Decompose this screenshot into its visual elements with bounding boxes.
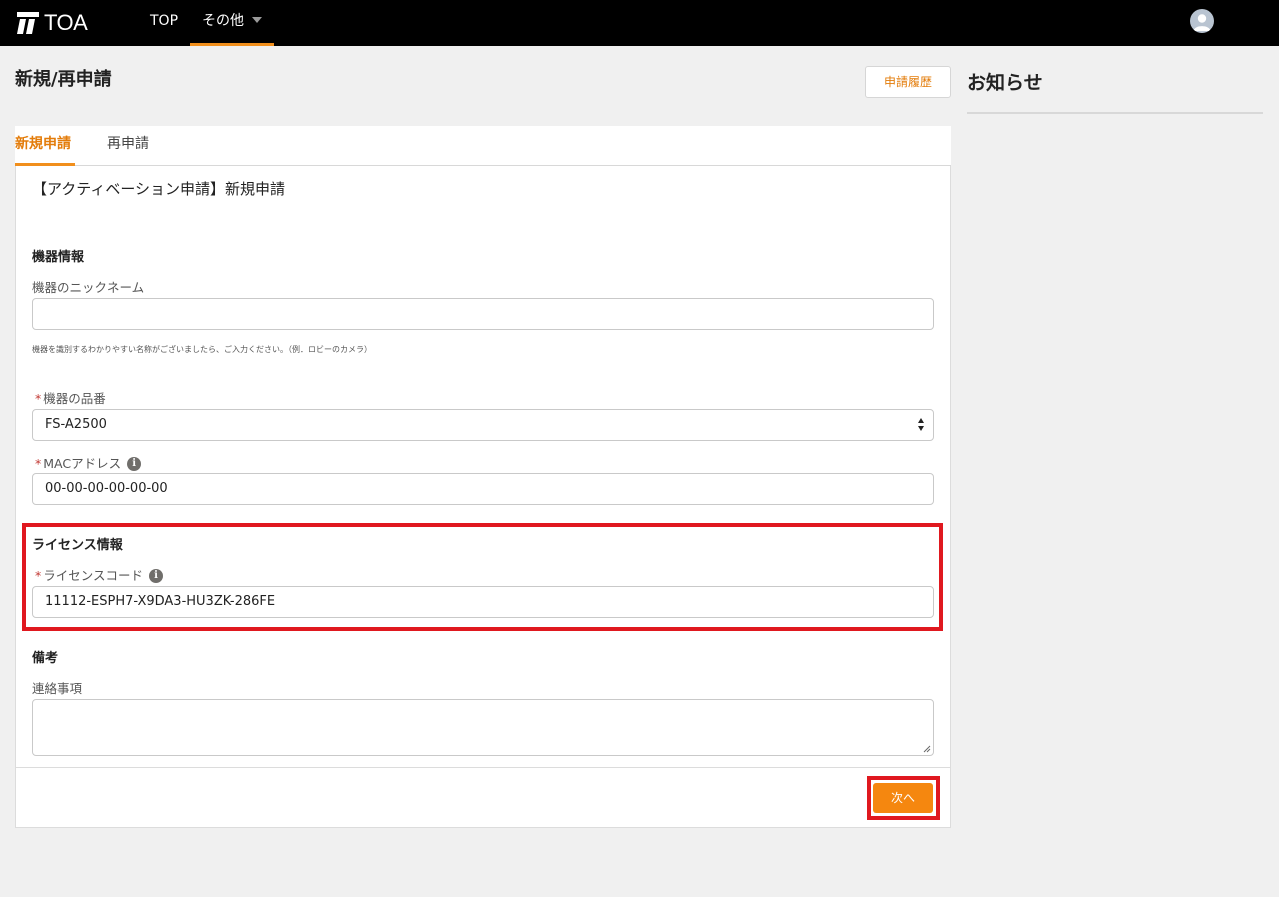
nav-item-top[interactable]: TOP — [150, 0, 178, 46]
contact-label: 連絡事項 — [32, 681, 83, 696]
chevron-down-icon — [252, 17, 262, 23]
tab-reapplication[interactable]: 再申請 — [107, 126, 149, 166]
toa-logo[interactable]: TOA — [17, 10, 88, 35]
device-info-heading: 機器情報 — [32, 250, 85, 265]
remarks-heading: 備考 — [32, 651, 59, 666]
contact-textarea[interactable] — [32, 699, 934, 756]
page-title: 新規/再申請 — [15, 69, 112, 90]
info-icon[interactable]: i — [127, 456, 142, 471]
form-title: 【アクティベーション申請】新規申請 — [32, 180, 286, 198]
nav-item-other-label: その他 — [202, 13, 244, 29]
model-label: * 機器の品番 — [32, 388, 106, 407]
nickname-input[interactable] — [32, 298, 934, 330]
form-body: 【アクティベーション申請】新規申請 機器情報 機器のニックネーム 機器を識別する… — [32, 166, 935, 767]
user-avatar[interactable] — [1190, 9, 1214, 33]
select-arrows-icon — [918, 418, 926, 432]
toa-logo-icon — [17, 12, 39, 34]
notice-divider — [967, 112, 1263, 114]
application-form-card: 【アクティベーション申請】新規申請 機器情報 機器のニックネーム 機器を識別する… — [15, 166, 951, 828]
model-label-text: 機器の品番 — [43, 391, 106, 406]
top-navigation-bar: TOA TOP その他 — [0, 0, 1279, 46]
model-select[interactable]: FS-A2500 — [32, 409, 934, 441]
footer-divider — [16, 767, 950, 768]
required-mark: * — [35, 456, 42, 471]
mac-address-input[interactable]: 00-00-00-00-00-00 — [32, 473, 934, 505]
user-icon — [1193, 14, 1211, 31]
notice-title: お知らせ — [967, 72, 1043, 94]
mac-label-text: MACアドレス — [43, 456, 122, 471]
required-mark: * — [35, 391, 42, 406]
logo-text: TOA — [44, 10, 88, 35]
tab-new-application[interactable]: 新規申請 — [15, 126, 75, 166]
model-select-value: FS-A2500 — [45, 417, 107, 432]
application-history-button[interactable]: 申請履歴 — [865, 66, 951, 98]
license-highlight-box — [22, 523, 943, 631]
nav-item-other[interactable]: その他 — [190, 0, 274, 46]
application-tabs: 新規申請 再申請 — [15, 126, 951, 166]
next-highlight-box — [867, 776, 940, 820]
nickname-helper-text: 機器を識別するわかりやすい名称がございましたら、ご入力ください。（例．ロビーのカ… — [32, 345, 372, 354]
resize-grip-icon[interactable] — [923, 745, 931, 753]
mac-label: * MACアドレス i — [32, 453, 142, 472]
nickname-label: 機器のニックネーム — [32, 280, 145, 295]
